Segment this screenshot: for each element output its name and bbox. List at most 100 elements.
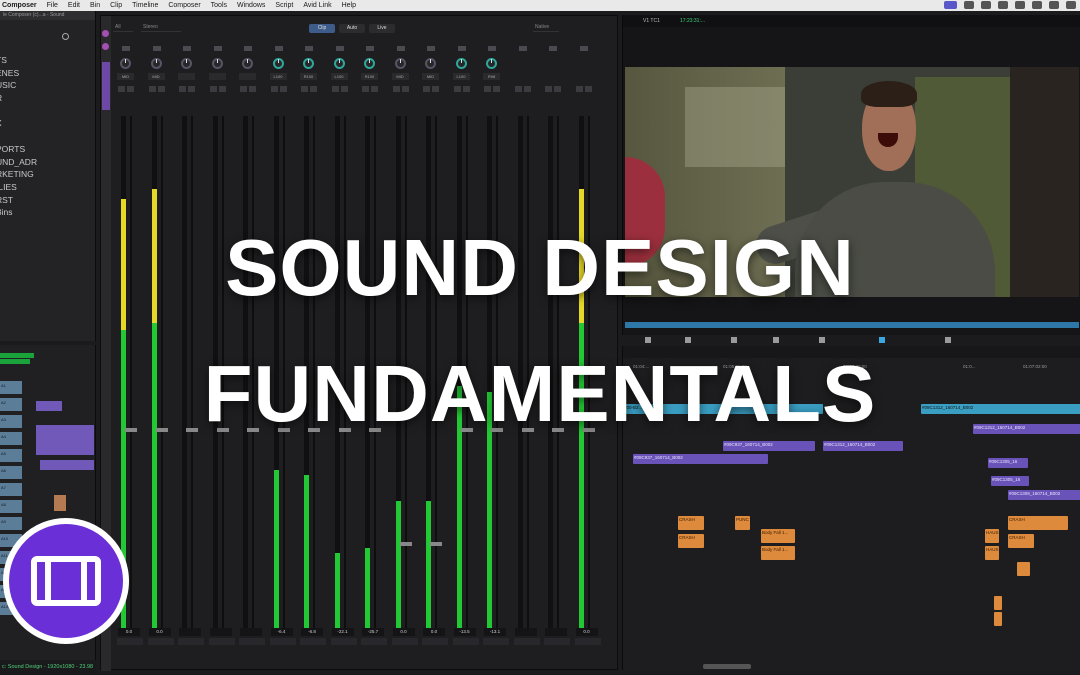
timeline-clip[interactable] [1017,562,1030,576]
bin-item[interactable]: RKETING [0,168,96,181]
pan-knob[interactable] [303,58,314,69]
fast-forward-icon[interactable] [773,337,779,343]
timeline-clip[interactable]: #09C937_160714_B002 [723,441,815,451]
mute-button[interactable] [249,86,256,92]
fader-value[interactable]: -6.8 [301,628,323,636]
pan-knob[interactable] [120,58,131,69]
timeline-clip[interactable] [40,460,94,470]
screen-record-icon[interactable] [944,1,957,9]
channel-input-selector[interactable] [274,46,283,51]
pan-value[interactable]: MID [147,73,165,80]
menu-script[interactable]: Script [270,2,298,9]
pan-knob[interactable] [242,58,253,69]
fader-value[interactable] [209,628,232,636]
channel-input-selector[interactable] [213,46,222,51]
bin-item[interactable]: Bins [0,206,96,219]
fader-handle[interactable] [430,542,442,547]
fader-value[interactable]: -25.7 [362,628,384,636]
solo-button[interactable] [240,86,247,92]
pan-value[interactable]: R100 [300,73,317,80]
mute-button[interactable] [127,86,134,92]
rewind-icon[interactable] [731,337,737,343]
menu-avid-link[interactable]: Avid Link [298,2,336,9]
pan-value[interactable]: MID [391,73,409,80]
timeline-clip[interactable]: HAUS [985,529,999,543]
pan-value[interactable]: MID [117,73,134,80]
fader-value[interactable]: 0.0 [423,628,445,636]
mute-button[interactable] [310,86,317,92]
mute-button[interactable] [371,86,378,92]
fader-value[interactable]: -13.1 [484,628,506,636]
clock-icon[interactable] [1066,1,1076,9]
fader-value[interactable]: -22.1 [331,628,354,636]
tab-auto[interactable]: Auto [339,24,365,33]
bin-item[interactable]: TS [0,54,96,67]
tab-live[interactable]: Live [369,24,395,33]
menu-timeline[interactable]: Timeline [127,2,163,9]
fader-value[interactable]: 0.0 [148,628,171,636]
pan-value[interactable]: L100 [452,73,470,80]
display-icon[interactable] [964,1,974,9]
pan-knob[interactable] [272,58,284,69]
mute-button[interactable] [279,86,287,92]
pan-knob[interactable] [150,58,162,69]
timeline-clip[interactable] [994,612,1002,626]
battery-icon[interactable] [981,1,991,9]
pan-knob[interactable] [486,58,497,69]
pan-value[interactable] [178,73,195,80]
track-selector[interactable]: A7 [0,483,22,496]
app-status-icon[interactable] [998,1,1008,9]
position-bar[interactable] [625,322,1079,328]
bin-item[interactable]: ENES [0,67,96,80]
bank-dropdown[interactable]: All [113,24,133,32]
fader-value[interactable] [179,628,201,636]
fader-value[interactable]: -13.5 [453,628,476,636]
solo-button[interactable] [392,86,400,92]
pan-value[interactable]: L100 [269,73,287,80]
solo-button[interactable] [209,86,217,92]
track-selector[interactable]: A5 [0,449,22,462]
channel-input-selector[interactable] [152,46,161,51]
play-icon[interactable] [879,337,885,343]
solo-button[interactable] [331,86,339,92]
menu-help[interactable]: Help [337,2,361,9]
channel-input-selector[interactable] [305,46,313,51]
fader-value[interactable] [514,628,537,636]
pan-knob[interactable] [394,58,406,69]
mute-button[interactable] [493,86,500,92]
timeline-clip[interactable]: HAUS [985,546,999,560]
mute-button[interactable] [584,86,592,92]
wifi-icon[interactable] [1032,1,1042,9]
solo-button[interactable] [484,86,491,92]
menu-edit[interactable]: Edit [63,2,85,9]
timeline-clip[interactable]: #09C937_160714_B002 [633,454,768,464]
step-back-icon[interactable] [645,337,651,343]
mute-button[interactable] [401,86,409,92]
channel-input-selector[interactable] [457,46,466,51]
pan-value[interactable] [208,73,226,80]
timeline-clip[interactable]: CRASH [1008,534,1034,548]
channel-input-selector[interactable] [122,46,130,51]
bin-item[interactable]: RST [0,194,96,207]
solo-button[interactable] [118,86,125,92]
timeline-clip[interactable]: Body Fall 1... [761,546,795,560]
search-icon[interactable] [62,33,69,40]
step-forward-icon[interactable] [945,337,951,343]
timeline-clip[interactable] [994,596,1002,610]
output-dropdown[interactable]: Native [533,24,559,32]
timeline-clip[interactable]: #09C1305_16 [988,458,1028,468]
mute-button[interactable] [157,86,165,92]
timeline-clip[interactable]: CRASH [678,516,704,530]
menu-file[interactable]: File [42,2,63,9]
solo-button[interactable] [423,86,430,92]
bin-item[interactable] [0,130,96,143]
timeline-clip[interactable]: #09C1305_16 [991,476,1029,486]
solo-button[interactable] [301,86,308,92]
fader-value[interactable] [545,628,567,636]
timeline-clip[interactable]: #09C1312_160714_B002 [823,441,903,451]
app-menu[interactable]: Composer [0,2,42,9]
pan-value[interactable]: L100 [330,73,348,80]
mute-button[interactable] [523,86,531,92]
channel-input-selector[interactable] [183,46,191,51]
pan-value[interactable] [239,73,256,80]
